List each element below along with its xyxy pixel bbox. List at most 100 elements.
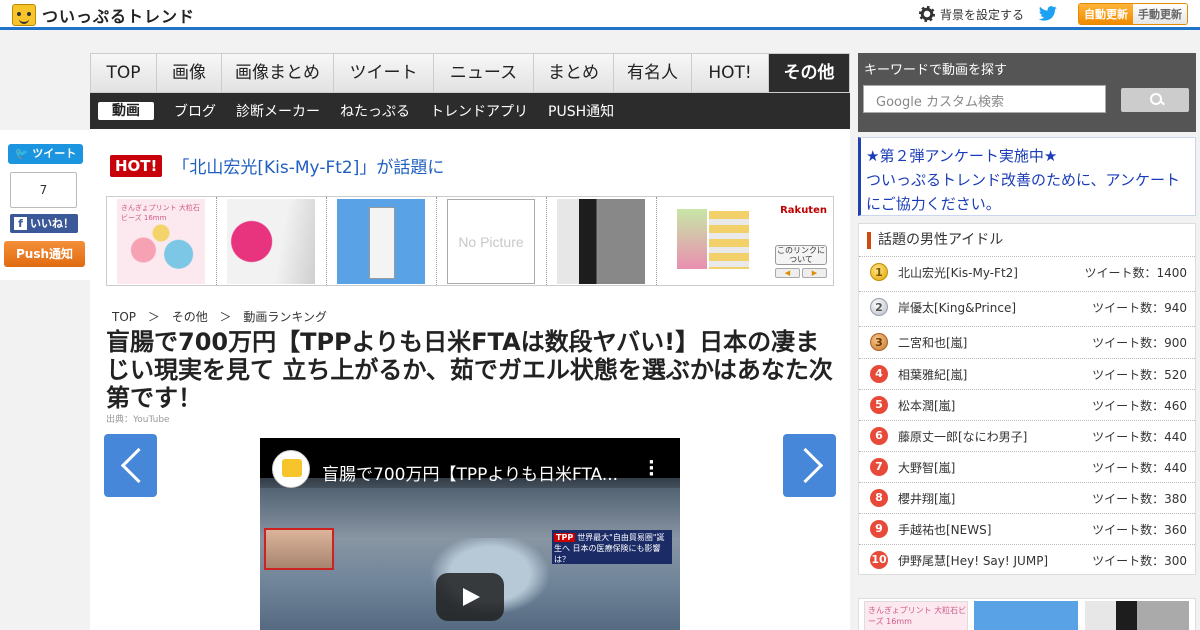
rank-badge: 4 bbox=[870, 365, 888, 383]
ad-thumb[interactable] bbox=[547, 197, 657, 285]
push-notification-button[interactable]: Push通知 bbox=[4, 241, 85, 267]
tab-news[interactable]: ニュース bbox=[434, 54, 534, 92]
ad-next-button[interactable]: ▶ bbox=[802, 268, 827, 278]
breadcrumb-current[interactable]: 動画ランキング bbox=[243, 310, 327, 324]
idol-name[interactable]: 北山宏光[Kis-My-Ft2] bbox=[898, 264, 1084, 281]
header-tools: 背景を設定する 自動更新 手動更新 bbox=[918, 2, 1188, 26]
ad-thumb[interactable] bbox=[327, 197, 437, 285]
video-caption: TPP 世界最大"自由貿易圏"誕生へ 日本の医療保険にも影響は？ bbox=[552, 530, 672, 564]
ad-pager: ◀ ▶ bbox=[775, 268, 827, 278]
settings-link[interactable]: 背景を設定する bbox=[940, 6, 1024, 23]
logo-text: ついっぷるトレンド bbox=[42, 7, 196, 26]
idol-name[interactable]: 櫻井翔[嵐] bbox=[898, 490, 1092, 507]
next-video-button[interactable] bbox=[783, 434, 836, 497]
idol-name[interactable]: 藤原丈一郎[なにわ男子] bbox=[898, 428, 1092, 445]
rank-badge: 8 bbox=[870, 489, 888, 507]
subtab-blog[interactable]: ブログ bbox=[174, 101, 216, 121]
channel-avatar[interactable] bbox=[272, 450, 310, 488]
tweet-button[interactable]: 🐦 ツイート bbox=[8, 144, 83, 164]
idol-name[interactable]: 岸優太[King&Prince] bbox=[898, 299, 1092, 316]
idol-name[interactable]: 手越祐也[NEWS] bbox=[898, 521, 1092, 538]
ranking-row[interactable]: 9 手越祐也[NEWS] ツイート数：360 bbox=[859, 513, 1195, 544]
tweet-count: ツイート数：360 bbox=[1092, 522, 1187, 537]
ad-thumb[interactable]: きんぎょプリント 大粒石ビーズ 16mm bbox=[107, 197, 217, 285]
play-button[interactable] bbox=[436, 573, 504, 621]
rakuten-logo: Rakuten bbox=[780, 205, 827, 216]
hot-badge: HOT! bbox=[110, 154, 163, 177]
survey-headline: ★第２弾アンケート実施中★ bbox=[866, 147, 1058, 165]
tweet-count: ツイート数：460 bbox=[1092, 398, 1187, 413]
rank-badge: 6 bbox=[870, 427, 888, 445]
facebook-like-button[interactable]: f いいね！ bbox=[10, 214, 78, 233]
tab-top[interactable]: TOP bbox=[91, 54, 157, 92]
sidebar-ad-thumb[interactable] bbox=[974, 601, 1078, 630]
subtab-push[interactable]: PUSH通知 bbox=[548, 101, 614, 121]
tweet-count: ツイート数：520 bbox=[1092, 367, 1187, 382]
ranking-row[interactable]: 3 二宮和也[嵐] ツイート数：900 bbox=[859, 326, 1195, 357]
subtab-video[interactable]: 動画 bbox=[98, 102, 154, 120]
tab-matome[interactable]: まとめ bbox=[534, 54, 614, 92]
auto-update-button[interactable]: 自動更新 bbox=[1079, 4, 1133, 24]
no-picture-placeholder: No Picture bbox=[447, 199, 535, 284]
video-title[interactable]: 盲腸で700万円【TPPよりも日米FTA... bbox=[322, 460, 618, 485]
video-search-box: キーワードで動画を探す Google カスタム検索 bbox=[858, 53, 1196, 132]
tab-other[interactable]: その他 bbox=[769, 54, 849, 92]
ranking-row[interactable]: 1 北山宏光[Kis-My-Ft2] ツイート数：1400 bbox=[859, 256, 1195, 287]
breadcrumb-top[interactable]: TOP bbox=[112, 310, 136, 324]
site-logo[interactable]: ついっぷるトレンド bbox=[12, 3, 195, 27]
prev-video-button[interactable] bbox=[104, 434, 157, 497]
search-button[interactable] bbox=[1121, 88, 1189, 112]
ad-prev-button[interactable]: ◀ bbox=[775, 268, 800, 278]
survey-notice[interactable]: ★第２弾アンケート実施中★ ついっぷるトレンド改善のために、アンケートにご協力く… bbox=[858, 137, 1196, 216]
tweet-count: ツイート数：380 bbox=[1092, 491, 1187, 506]
ad-image: きんぎょプリント 大粒石ビーズ 16mm bbox=[117, 199, 205, 284]
ad-image bbox=[667, 199, 759, 284]
tab-hot[interactable]: HOT! bbox=[692, 54, 769, 92]
rank-badge: 10 bbox=[870, 551, 888, 569]
gear-icon[interactable] bbox=[918, 5, 936, 23]
ad-thumb[interactable]: No Picture bbox=[437, 197, 547, 285]
ranking-row[interactable]: 2 岸優太[King&Prince] ツイート数：940 bbox=[859, 291, 1195, 322]
tab-image-matome[interactable]: 画像まとめ bbox=[222, 54, 334, 92]
rank-badge: 5 bbox=[870, 396, 888, 414]
ranking-row[interactable]: 5 松本潤[嵐] ツイート数：460 bbox=[859, 389, 1195, 420]
more-options-icon[interactable]: · · · bbox=[648, 454, 655, 484]
sidebar-ad-thumb[interactable]: きんぎょプリント 大粒石ビーズ 16mm bbox=[864, 601, 968, 630]
video-player[interactable]: TPP 世界最大"自由貿易圏"誕生へ 日本の医療保険にも影響は？ 盲腸で700万円… bbox=[260, 438, 680, 630]
idol-name[interactable]: 松本潤[嵐] bbox=[898, 397, 1092, 414]
tab-tweets[interactable]: ツイート bbox=[334, 54, 434, 92]
subtab-trend-app[interactable]: トレンドアプリ bbox=[430, 101, 528, 121]
breadcrumb: TOP ＞ その他 ＞ 動画ランキング bbox=[112, 308, 335, 325]
ad-thumb-rakuten[interactable]: Rakuten このリンクについて ◀ ▶ bbox=[657, 197, 833, 285]
tab-images[interactable]: 画像 bbox=[157, 54, 222, 92]
sidebar-ad-thumb[interactable] bbox=[1085, 601, 1189, 630]
manual-update-button[interactable]: 手動更新 bbox=[1133, 4, 1187, 24]
ranking-row[interactable]: 8 櫻井翔[嵐] ツイート数：380 bbox=[859, 482, 1195, 513]
tab-celebrities[interactable]: 有名人 bbox=[614, 54, 692, 92]
search-input[interactable]: Google カスタム検索 bbox=[863, 85, 1106, 113]
hot-topic: HOT! 「北山宏光[Kis-My-Ft2]」が話題に bbox=[110, 153, 444, 178]
ad-thumb[interactable] bbox=[217, 197, 327, 285]
main-nav: TOP 画像 画像まとめ ツイート ニュース まとめ 有名人 HOT! その他 bbox=[90, 53, 850, 93]
ranking-row[interactable]: 6 藤原丈一郎[なにわ男子] ツイート数：440 bbox=[859, 420, 1195, 451]
ranking-row[interactable]: 7 大野智[嵐] ツイート数：440 bbox=[859, 451, 1195, 482]
facebook-icon: f bbox=[14, 217, 27, 230]
update-toggle: 自動更新 手動更新 bbox=[1078, 3, 1188, 25]
subtab-netapple[interactable]: ねたっぷる bbox=[340, 101, 410, 121]
about-link[interactable]: このリンクについて bbox=[775, 245, 827, 265]
breadcrumb-other[interactable]: その他 bbox=[172, 310, 208, 324]
idol-name[interactable]: 大野智[嵐] bbox=[898, 459, 1092, 476]
subtab-shindan[interactable]: 診断メーカー bbox=[236, 101, 320, 121]
tweet-count: ツイート数：1400 bbox=[1084, 265, 1187, 280]
rank-badge: 2 bbox=[870, 298, 888, 316]
idol-name[interactable]: 二宮和也[嵐] bbox=[898, 334, 1092, 351]
hot-topic-link[interactable]: 「北山宏光[Kis-My-Ft2]」が話題に bbox=[172, 153, 444, 178]
ad-image bbox=[557, 199, 645, 284]
idol-name[interactable]: 伊野尾慧[Hey! Say! JUMP] bbox=[898, 552, 1092, 569]
video-inset-image bbox=[264, 528, 334, 570]
twitter-icon[interactable] bbox=[1038, 6, 1058, 22]
ranking-row[interactable]: 4 相葉雅紀[嵐] ツイート数：520 bbox=[859, 358, 1195, 389]
ranking-row[interactable]: 10 伊野尾慧[Hey! Say! JUMP] ツイート数：300 bbox=[859, 544, 1195, 575]
idol-name[interactable]: 相葉雅紀[嵐] bbox=[898, 366, 1092, 383]
breadcrumb-separator: ＞ bbox=[219, 310, 232, 324]
